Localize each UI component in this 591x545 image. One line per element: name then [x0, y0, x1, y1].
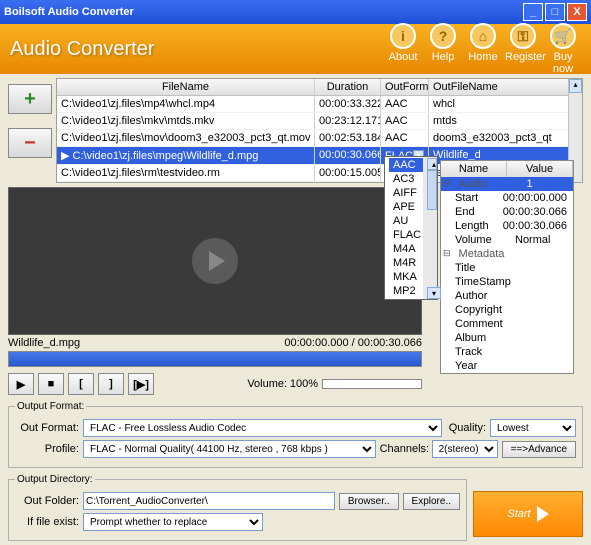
- property-row[interactable]: Length00:00:30.066: [441, 219, 573, 233]
- maximize-button[interactable]: □: [545, 3, 565, 21]
- properties-panel[interactable]: NameValue Audio1 Start00:00:00.000End00:…: [440, 160, 574, 374]
- dropdown-scrollbar[interactable]: ▴ ▾: [423, 157, 437, 299]
- app-title: Audio Converter: [10, 38, 385, 61]
- preview-filename: Wildlife_d.mpg: [8, 337, 284, 349]
- play-button[interactable]: ▶: [8, 373, 34, 395]
- property-row[interactable]: End00:00:30.066: [441, 205, 573, 219]
- property-row[interactable]: Start00:00:00.000: [441, 191, 573, 205]
- channels-label: Channels:: [380, 443, 428, 455]
- minimize-button[interactable]: _: [523, 3, 543, 21]
- file-list-header: FileName Duration OutFormat OutFileName: [57, 79, 582, 96]
- outformat-label: Out Format:: [15, 422, 79, 434]
- about-button[interactable]: iAbout: [385, 23, 421, 75]
- volume-slider[interactable]: [322, 379, 422, 389]
- output-format-group: Output Format: Out Format: FLAC - Free L…: [8, 401, 583, 468]
- col-outfilename[interactable]: OutFileName: [429, 79, 582, 95]
- props-header: NameValue: [441, 161, 573, 177]
- home-button[interactable]: ⌂Home: [465, 23, 501, 75]
- play-range-button[interactable]: [▶]: [128, 373, 154, 395]
- outfolder-input[interactable]: [83, 492, 335, 510]
- property-row[interactable]: Album: [441, 331, 573, 345]
- property-row[interactable]: Title: [441, 261, 573, 275]
- video-preview[interactable]: [8, 187, 422, 335]
- output-directory-group: Output Directory: Out Folder: Browser.. …: [8, 474, 467, 541]
- property-row[interactable]: Comment: [441, 317, 573, 331]
- app-header: Audio Converter iAbout ?Help ⌂Home ⚿Regi…: [0, 24, 591, 74]
- explore-button[interactable]: Explore..: [403, 493, 460, 510]
- help-icon: ?: [430, 23, 456, 49]
- property-row[interactable]: VolumeNormal: [441, 233, 573, 247]
- property-row[interactable]: Year: [441, 359, 573, 373]
- file-row[interactable]: C:\video1\zj.files\mkv\mtds.mkv00:23:12.…: [57, 113, 582, 130]
- seek-bar[interactable]: [8, 351, 422, 367]
- register-button[interactable]: ⚿Register: [505, 23, 541, 75]
- remove-file-button[interactable]: −: [8, 128, 52, 158]
- play-icon: [537, 506, 549, 522]
- mark-in-button[interactable]: [: [68, 373, 94, 395]
- channels-select[interactable]: 2(stereo): [432, 440, 498, 458]
- props-group-metadata[interactable]: Metadata: [441, 247, 573, 261]
- add-file-button[interactable]: +: [8, 84, 52, 114]
- property-row[interactable]: Track: [441, 345, 573, 359]
- mark-out-button[interactable]: ]: [98, 373, 124, 395]
- property-row[interactable]: Author: [441, 289, 573, 303]
- outfolder-label: Out Folder:: [15, 495, 79, 507]
- file-row[interactable]: C:\video1\zj.files\mov\doom3_e32003_pct3…: [57, 130, 582, 147]
- info-icon: i: [390, 23, 416, 49]
- outformat-dropdown[interactable]: AACAC3AIFFAPEAUFLACM4AM4RMKAMP2 ▴ ▾: [384, 156, 438, 300]
- key-icon: ⚿: [510, 23, 536, 49]
- props-group-audio[interactable]: Audio1: [441, 177, 573, 191]
- file-row[interactable]: C:\video1\zj.files\mp4\whcl.mp400:00:33.…: [57, 96, 582, 113]
- cart-icon: 🛒: [550, 23, 576, 49]
- titlebar[interactable]: Boilsoft Audio Converter _ □ X: [0, 0, 591, 24]
- buynow-button[interactable]: 🛒Buy now: [545, 23, 581, 75]
- close-button[interactable]: X: [567, 3, 587, 21]
- profile-select[interactable]: FLAC - Normal Quality( 44100 Hz, stereo …: [83, 440, 376, 458]
- fileexist-label: If file exist:: [15, 516, 79, 528]
- play-overlay-icon[interactable]: [192, 238, 238, 284]
- col-filename[interactable]: FileName: [57, 79, 315, 95]
- stop-button[interactable]: ■: [38, 373, 64, 395]
- browse-button[interactable]: Browser..: [339, 493, 399, 510]
- col-outformat[interactable]: OutFormat: [381, 79, 429, 95]
- help-button[interactable]: ?Help: [425, 23, 461, 75]
- quality-label: Quality:: [446, 422, 486, 434]
- home-icon: ⌂: [470, 23, 496, 49]
- start-button[interactable]: Start: [473, 491, 583, 537]
- volume-label: Volume: 100%: [247, 378, 318, 390]
- col-duration[interactable]: Duration: [315, 79, 381, 95]
- quality-select[interactable]: Lowest: [490, 419, 576, 437]
- outformat-select[interactable]: FLAC - Free Lossless Audio Codec: [83, 419, 442, 437]
- advance-button[interactable]: ==>Advance: [502, 441, 576, 458]
- scroll-up-icon[interactable]: ▴: [569, 79, 582, 93]
- profile-label: Profile:: [15, 443, 79, 455]
- preview-time: 00:00:00.000 / 00:00:30.066: [284, 337, 422, 349]
- fileexist-select[interactable]: Prompt whether to replace: [83, 513, 263, 531]
- property-row[interactable]: TimeStamp: [441, 275, 573, 289]
- window-title: Boilsoft Audio Converter: [4, 6, 134, 18]
- property-row[interactable]: Copyright: [441, 303, 573, 317]
